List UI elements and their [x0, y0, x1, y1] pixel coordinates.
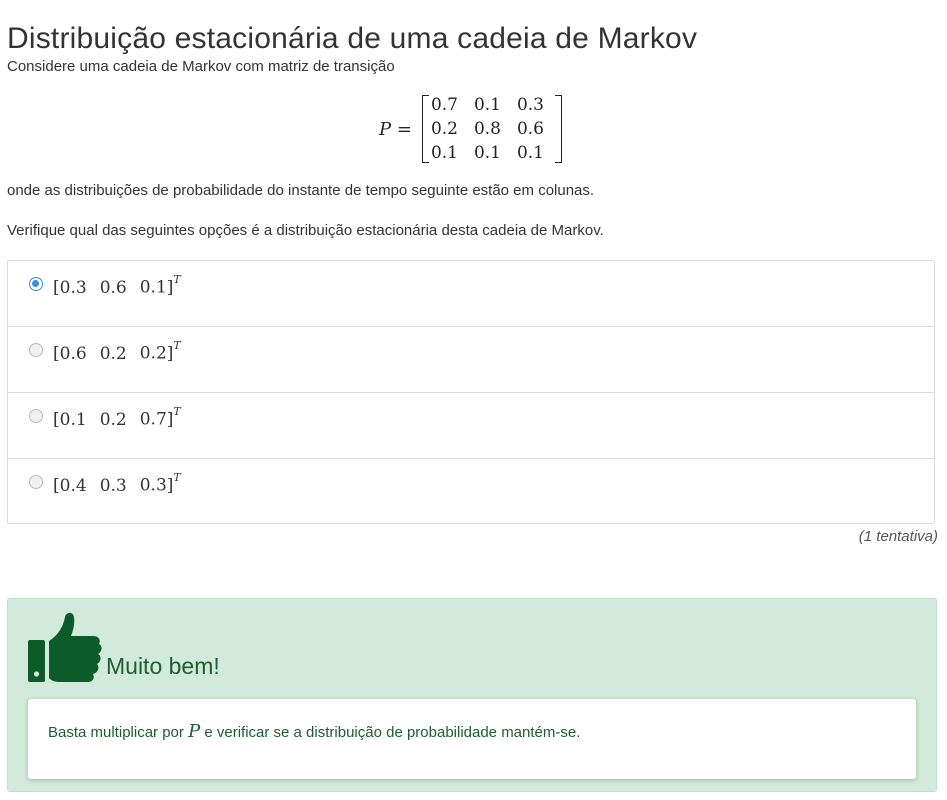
matrix-cell: 0.7 [430, 95, 458, 115]
matrix-cell: 0.1 [430, 143, 458, 163]
matrix-cell: 0.3 [516, 95, 544, 115]
matrix-cell: 0.1 [516, 143, 544, 163]
matrix-right-bracket [554, 95, 562, 163]
feedback-panel: Muito bem! Basta multiplicar por P e ver… [7, 598, 937, 792]
matrix-cell: 0.2 [430, 119, 458, 139]
feedback-card: Basta multiplicar por P e verificar se a… [28, 699, 916, 779]
answer-option-4[interactable]: [0.4 0.3 0.3]T [8, 459, 934, 525]
matrix-cell: 0.1 [473, 143, 501, 163]
option-vector: [0.1 0.2 0.7]T [53, 405, 181, 430]
feedback-text: Basta multiplicar por P e verificar se a… [48, 721, 581, 742]
matrix-label: P = [379, 118, 412, 140]
question-prompt: Verifique qual das seguintes opções é a … [7, 222, 604, 239]
option-vector: [0.3 0.6 0.1]T [53, 273, 181, 298]
matrix-cell: 0.1 [473, 95, 501, 115]
attempts-counter: (1 tentativa) [858, 528, 938, 545]
option-vector: [0.6 0.2 0.2]T [53, 339, 181, 364]
answer-options: [0.3 0.6 0.1]T [0.6 0.2 0.2]T [0.1 0.2 0.7]T [… [7, 260, 935, 524]
radio-button[interactable] [29, 343, 43, 357]
matrix-cell: 0.8 [473, 119, 501, 139]
question-note: onde as distribuições de probabilidade d… [7, 182, 595, 199]
answer-option-2[interactable]: [0.6 0.2 0.2]T [8, 327, 934, 393]
radio-button[interactable] [29, 475, 43, 489]
matrix-left-bracket [421, 95, 429, 163]
answer-option-3[interactable]: [0.1 0.2 0.7]T [8, 393, 934, 459]
feedback-title: Muito bem! [106, 653, 220, 679]
radio-button[interactable] [29, 277, 43, 291]
radio-button[interactable] [29, 409, 43, 423]
matrix-cell: 0.6 [516, 119, 544, 139]
option-vector: [0.4 0.3 0.3]T [53, 471, 181, 496]
transition-matrix: P = 0.7 0.1 0.3 0.2 0.8 0.6 0.1 0.1 0.1 [379, 93, 562, 165]
answer-option-1[interactable]: [0.3 0.6 0.1]T [8, 261, 934, 327]
matrix-grid: 0.7 0.1 0.3 0.2 0.8 0.6 0.1 0.1 0.1 [429, 93, 555, 165]
page-title: Distribuição estacionária de uma cadeia … [7, 22, 698, 56]
thumbs-up-icon [28, 612, 102, 682]
question-intro: Considere uma cadeia de Markov com matri… [7, 58, 395, 75]
